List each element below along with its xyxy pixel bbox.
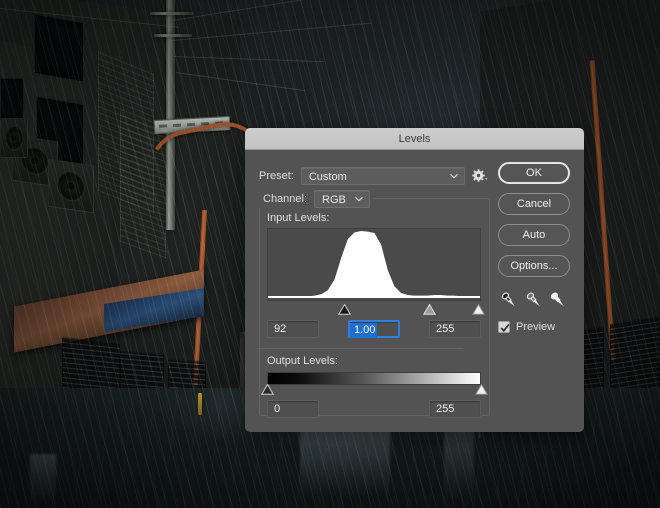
ok-button[interactable]: OK <box>498 162 570 184</box>
channel-dropdown[interactable]: RGB <box>314 190 371 208</box>
preview-checkbox[interactable] <box>498 321 510 333</box>
checkmark-icon <box>500 323 510 333</box>
set-white-point-eyedropper-icon[interactable] <box>550 291 567 310</box>
input-highlight-slider[interactable] <box>472 304 486 315</box>
window <box>34 13 84 83</box>
section-divider <box>257 348 463 349</box>
output-highlight-slider[interactable] <box>474 384 488 395</box>
screenshot-stage: Levels Preset: Custom Channel: RGB Input… <box>0 0 660 508</box>
input-highlight-field[interactable]: 255 <box>429 320 481 338</box>
set-black-point-eyedropper-icon[interactable] <box>501 291 518 310</box>
dialog-titlebar[interactable]: Levels <box>245 128 584 150</box>
auto-button[interactable]: Auto <box>498 224 570 246</box>
input-levels-fields: 92 1.00 255 <box>267 320 481 340</box>
output-levels-fields: 0 255 <box>267 400 481 420</box>
air-conditioner-unit <box>48 158 94 214</box>
preset-dropdown[interactable]: Custom <box>300 167 465 185</box>
preset-options-gear-button[interactable] <box>472 168 490 184</box>
output-shadow-field[interactable]: 0 <box>267 400 319 418</box>
preview-row[interactable]: Preview <box>498 321 570 333</box>
gear-icon <box>472 169 488 182</box>
histogram-plot <box>268 231 480 298</box>
bollard <box>198 393 202 415</box>
cancel-button[interactable]: Cancel <box>498 193 570 215</box>
preset-row: Preset: Custom <box>259 167 490 185</box>
dialog-button-column: OK Cancel Auto Options... Preview <box>497 162 571 333</box>
street-reflection <box>300 428 390 498</box>
input-midtone-value: 1.00 <box>350 323 378 338</box>
set-gray-point-eyedropper-icon[interactable] <box>526 291 543 310</box>
histogram <box>267 228 481 301</box>
output-levels-label: Output Levels: <box>267 355 338 367</box>
preset-label: Preset: <box>259 170 294 182</box>
input-shadow-field[interactable]: 92 <box>267 320 319 338</box>
input-midtone-field[interactable]: 1.00 <box>348 320 400 338</box>
options-button[interactable]: Options... <box>498 255 570 277</box>
input-levels-slider-track[interactable] <box>267 303 486 316</box>
street-reflection <box>30 454 56 504</box>
chevron-down-icon <box>449 173 458 179</box>
utility-pole-crossarm <box>150 12 194 15</box>
output-shadow-slider[interactable] <box>260 384 274 395</box>
chevron-down-icon <box>355 196 363 202</box>
levels-dialog: Levels Preset: Custom Channel: RGB Input… <box>245 128 584 432</box>
channel-row: Channel: RGB <box>259 190 375 208</box>
preset-value: Custom <box>308 171 347 183</box>
utility-pole-crossarm <box>154 34 192 37</box>
channel-value: RGB <box>322 194 346 206</box>
output-highlight-field[interactable]: 255 <box>429 400 481 418</box>
air-conditioner-unit <box>0 118 28 158</box>
input-midtone-slider[interactable] <box>423 304 437 315</box>
channel-label: Channel: <box>263 193 308 205</box>
input-levels-label: Input Levels: <box>267 212 330 224</box>
eyedropper-group <box>498 288 570 312</box>
dialog-body: Preset: Custom Channel: RGB Input Levels… <box>245 150 584 432</box>
input-shadow-slider[interactable] <box>337 304 351 315</box>
output-levels-slider-track[interactable] <box>260 383 488 396</box>
preview-label: Preview <box>516 321 556 333</box>
dialog-title: Levels <box>398 132 431 145</box>
